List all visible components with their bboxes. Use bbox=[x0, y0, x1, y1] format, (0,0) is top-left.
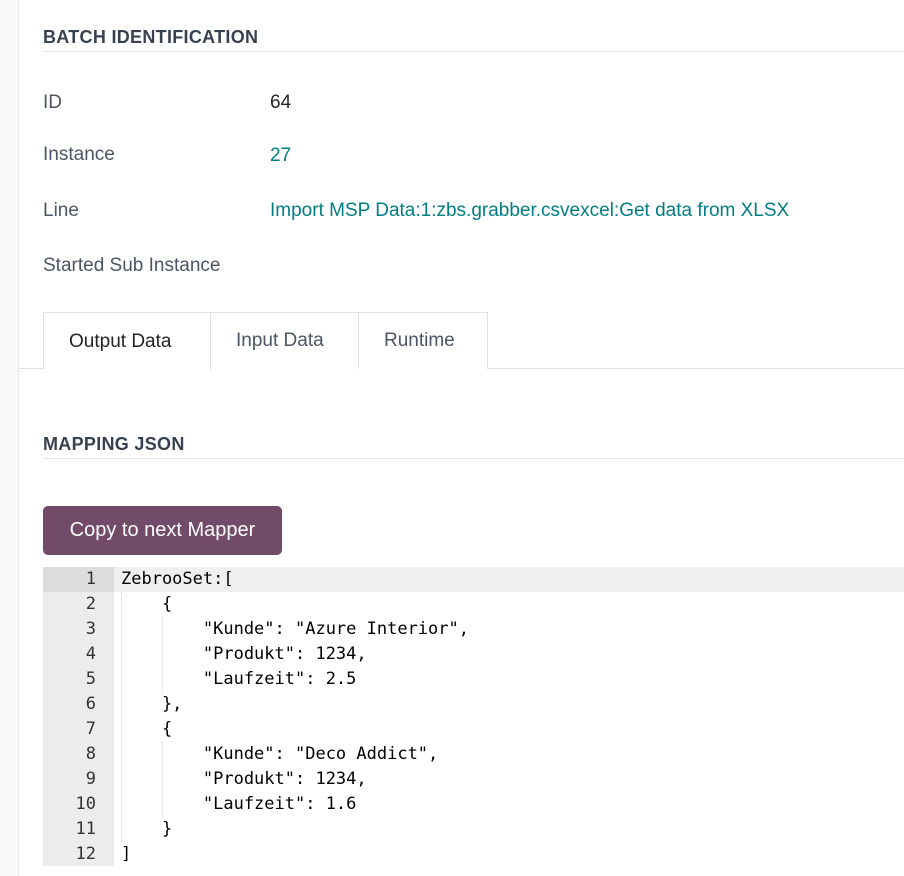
batch-identification-title: BATCH IDENTIFICATION bbox=[43, 27, 259, 47]
code-line[interactable]: 6 }, bbox=[43, 692, 904, 717]
code-line[interactable]: 2 { bbox=[43, 592, 904, 617]
code-text: }, bbox=[121, 694, 183, 714]
indent-guide bbox=[162, 742, 163, 817]
line-number: 7 bbox=[85, 719, 96, 739]
line-number: 9 bbox=[85, 769, 96, 789]
code-text: "Produkt": 1234, bbox=[121, 769, 367, 789]
line-number: 10 bbox=[75, 794, 96, 814]
tab-output-data[interactable]: Output Data bbox=[43, 312, 211, 370]
indent-guide bbox=[121, 592, 122, 842]
code-line[interactable]: 9 "Produkt": 1234, bbox=[43, 767, 904, 792]
mapping-json-divider bbox=[43, 458, 904, 459]
tab-input-data[interactable]: Input Data bbox=[211, 312, 359, 369]
code-line[interactable]: 10 "Laufzeit": 1.6 bbox=[43, 792, 904, 817]
code-text: } bbox=[121, 819, 173, 839]
json-code-editor[interactable]: 1 ZebrooSet:[ 2 {3 "Kunde": "Azure Interio… bbox=[43, 567, 904, 866]
code-line[interactable]: 7 { bbox=[43, 717, 904, 742]
batch-identification-divider bbox=[43, 51, 904, 52]
line-number: 4 bbox=[85, 644, 96, 664]
code-text: { bbox=[121, 719, 173, 739]
code-text: "Laufzeit": 1.6 bbox=[121, 794, 357, 814]
line-number: 1 bbox=[85, 569, 96, 589]
code-text: ZebrooSet:[ bbox=[121, 569, 234, 589]
instance-label: Instance bbox=[43, 144, 115, 165]
tab-runtime[interactable]: Runtime bbox=[359, 312, 488, 369]
line-number: 5 bbox=[85, 669, 96, 689]
copy-to-next-mapper-button[interactable]: Copy to next Mapper bbox=[43, 506, 282, 555]
indent-guide bbox=[162, 617, 163, 692]
line-number: 8 bbox=[85, 744, 96, 764]
code-line[interactable]: 8 "Kunde": "Deco Addict", bbox=[43, 742, 904, 767]
started-sub-instance-label: Started Sub Instance bbox=[43, 255, 221, 276]
left-rail bbox=[0, 0, 19, 876]
code-text: "Laufzeit": 2.5 bbox=[121, 669, 357, 689]
code-text: "Produkt": 1234, bbox=[121, 644, 367, 664]
code-line[interactable]: 11 } bbox=[43, 817, 904, 842]
code-line[interactable]: 12] bbox=[43, 842, 904, 867]
line-number: 11 bbox=[75, 819, 96, 839]
line-link[interactable]: Import MSP Data:1:zbs.grabber.csvexcel:G… bbox=[270, 200, 789, 222]
mapping-json-title: MAPPING JSON bbox=[43, 434, 185, 454]
code-line[interactable]: 4 "Produkt": 1234, bbox=[43, 642, 904, 667]
code-text: "Kunde": "Azure Interior", bbox=[121, 619, 469, 639]
id-value: 64 bbox=[270, 92, 292, 113]
tab-bar: Output Data Input Data Runtime bbox=[43, 312, 488, 370]
code-text: { bbox=[121, 594, 173, 614]
line-number: 12 bbox=[75, 844, 96, 864]
code-line[interactable]: 3 "Kunde": "Azure Interior", bbox=[43, 617, 904, 642]
line-label: Line bbox=[43, 200, 79, 221]
code-line[interactable]: 1 ZebrooSet:[ bbox=[43, 567, 904, 592]
code-line[interactable]: 5 "Laufzeit": 2.5 bbox=[43, 667, 904, 692]
id-label: ID bbox=[43, 92, 62, 113]
line-number: 2 bbox=[85, 594, 96, 614]
line-number: 6 bbox=[85, 694, 96, 714]
code-text: ] bbox=[121, 844, 132, 864]
line-number: 3 bbox=[85, 619, 96, 639]
instance-link[interactable]: 27 bbox=[270, 145, 291, 167]
code-text: "Kunde": "Deco Addict", bbox=[121, 744, 439, 764]
